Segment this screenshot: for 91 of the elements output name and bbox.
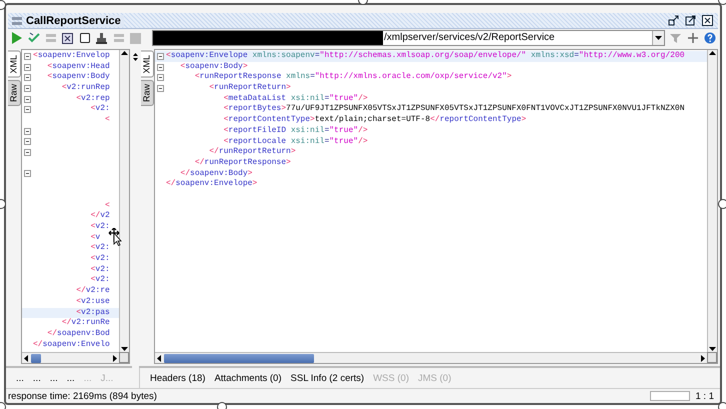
editor-tab[interactable]: XML (141, 51, 154, 78)
plus-icon[interactable] (686, 32, 699, 44)
vertical-scrollbar[interactable] (707, 50, 717, 352)
panel-tab[interactable]: Headers (18) (150, 372, 206, 384)
check-icon[interactable] (27, 32, 40, 44)
code-line: <soapenv:Envelop (33, 51, 110, 62)
collapse-icon[interactable] (24, 64, 31, 71)
code-line: <metaDataList xsi:nil="true"/> (222, 94, 368, 104)
collapse-icon[interactable] (24, 96, 31, 103)
panel-tab[interactable]: ... (32, 372, 41, 384)
code-line: <runReportReturn> (208, 83, 291, 94)
code-line: <v2: (90, 264, 110, 276)
panel-tab[interactable]: ... (66, 372, 75, 384)
editor-tab[interactable]: XML (8, 51, 21, 78)
code-line: <soapenv:Body> (179, 62, 248, 72)
collapse-icon[interactable] (24, 74, 31, 82)
collapse-arrows-icon[interactable] (133, 53, 138, 61)
soap-logo-icon (12, 16, 22, 26)
dropdown-caret-icon[interactable] (652, 31, 664, 45)
scroll-up-icon[interactable] (121, 50, 128, 55)
code-line: </soapenv:Envelo (33, 340, 110, 350)
code-line: </v2:runRe (60, 318, 110, 329)
play-icon[interactable] (10, 32, 23, 44)
square-icon[interactable] (78, 32, 91, 44)
editor-tab[interactable]: Raw (141, 80, 154, 106)
collapse-icon[interactable] (24, 128, 31, 135)
restore-icon[interactable] (667, 14, 680, 27)
code-line: </soapenv:Body> (179, 168, 252, 179)
code-line: <v2: (90, 104, 110, 116)
collapse-icon[interactable] (157, 52, 164, 60)
code-line: </v2:re (75, 286, 110, 297)
code-line: <v2:runRep (60, 83, 110, 94)
window-title: CallReportService (26, 14, 124, 26)
code-line: <v (90, 232, 100, 244)
code-line: <reportContentType>text/plain;charset=UTF-8</reportContentType> (222, 115, 526, 126)
xml-editor[interactable]: <soapenv:Envelop <soapenv:Head <soapenv:Body <v2:runRep <v2:rep <v2: < < </v2 <v2: <v <v2: <v2: <v2: <v2: </v2:re <v2:use <v2:pas </v2:runRe </soapenv:Bod </soapenv:Envelo (21, 49, 130, 364)
help-icon[interactable] (703, 32, 716, 44)
collapse-icon[interactable] (157, 64, 164, 71)
collapse-icon[interactable] (157, 84, 164, 92)
collapse-icon[interactable] (24, 52, 31, 60)
scroll-left-icon[interactable] (23, 354, 28, 362)
code-line: </runReportResponse> (194, 158, 291, 169)
vertical-scrollbar[interactable] (119, 50, 129, 352)
collapse-icon[interactable] (24, 138, 31, 146)
grid-icon[interactable] (61, 32, 74, 44)
code-line: <reportLocale xsi:nil="true"/> (222, 136, 368, 148)
collapse-icon[interactable] (24, 84, 31, 92)
code-line: <runReportResponse xmlns="http://xmlns.oracle.com/oxp/service/v2"> (194, 72, 512, 84)
code-line: </runReportReturn> (208, 147, 296, 158)
panel-tab[interactable]: ... (50, 372, 58, 384)
code-line: <v2: (90, 254, 110, 265)
move-cursor-icon (108, 228, 122, 246)
code-line: </soapenv:Bod (46, 328, 110, 340)
code-line: <v2:rep (75, 94, 110, 104)
scroll-left-icon[interactable] (156, 354, 161, 362)
url-field[interactable]: /xmlpserver/services/v2/ReportService (152, 30, 665, 46)
code-line: < (104, 200, 110, 212)
scroll-corner (119, 352, 129, 363)
code-line: <v2:use (75, 296, 110, 308)
cursor-position: 1 : 1 (696, 390, 714, 402)
collapse-icon[interactable] (24, 106, 31, 114)
code-line: <reportBytes>77u/UF9JT1ZPSUNFX05VTSxJT1ZPSUNFX05VTSxJT1ZPSUNFX0FNT1VOVCxJT1ZPSUNFX0NVU1JFTkNZX0N (222, 104, 685, 115)
scrollbar-thumb[interactable] (164, 354, 314, 362)
code-line: <soapenv:Body (46, 72, 110, 84)
collapse-icon[interactable] (157, 74, 164, 82)
close-icon[interactable] (701, 14, 714, 27)
horizontal-scrollbar[interactable] (22, 352, 119, 363)
maximize-icon[interactable] (684, 14, 697, 27)
code-line: </soapenv:Envelope> (166, 179, 258, 190)
scrollbar-thumb[interactable] (31, 354, 41, 362)
editor-tab[interactable]: Raw (8, 80, 21, 106)
collapse-icon[interactable] (24, 149, 31, 156)
code-line: < (104, 115, 110, 126)
code-line: <soapenv:Envelope xmlns:soapenv="http://schemas.xmlsoap.org/soap/envelope/" xmlns:xsd="http://www.w3.org/200 (166, 51, 685, 62)
code-line: <v2: (90, 243, 110, 254)
collapse-icon[interactable] (24, 170, 31, 178)
panel-tab[interactable]: ... (16, 372, 24, 384)
scroll-up-icon[interactable] (709, 50, 716, 55)
code-line: <soapenv:Head (46, 62, 110, 72)
code-line: <v2: (90, 275, 110, 286)
panel-tab[interactable]: Attachments (0) (214, 372, 282, 384)
horizontal-scrollbar[interactable] (155, 352, 707, 363)
scroll-corner (707, 352, 717, 363)
panel-tab[interactable]: SSL Info (2 certs) (290, 372, 364, 384)
code-line: <v2:pas (75, 308, 110, 318)
code-line: <v2: (90, 222, 110, 233)
stamp-icon[interactable] (95, 32, 108, 44)
response-time: response time: 2169ms (894 bytes) (8, 390, 157, 402)
code-line: </v2 (90, 211, 110, 222)
memory-bar (650, 391, 690, 401)
code-line: <reportFileID xsi:nil="true"/> (222, 126, 368, 137)
